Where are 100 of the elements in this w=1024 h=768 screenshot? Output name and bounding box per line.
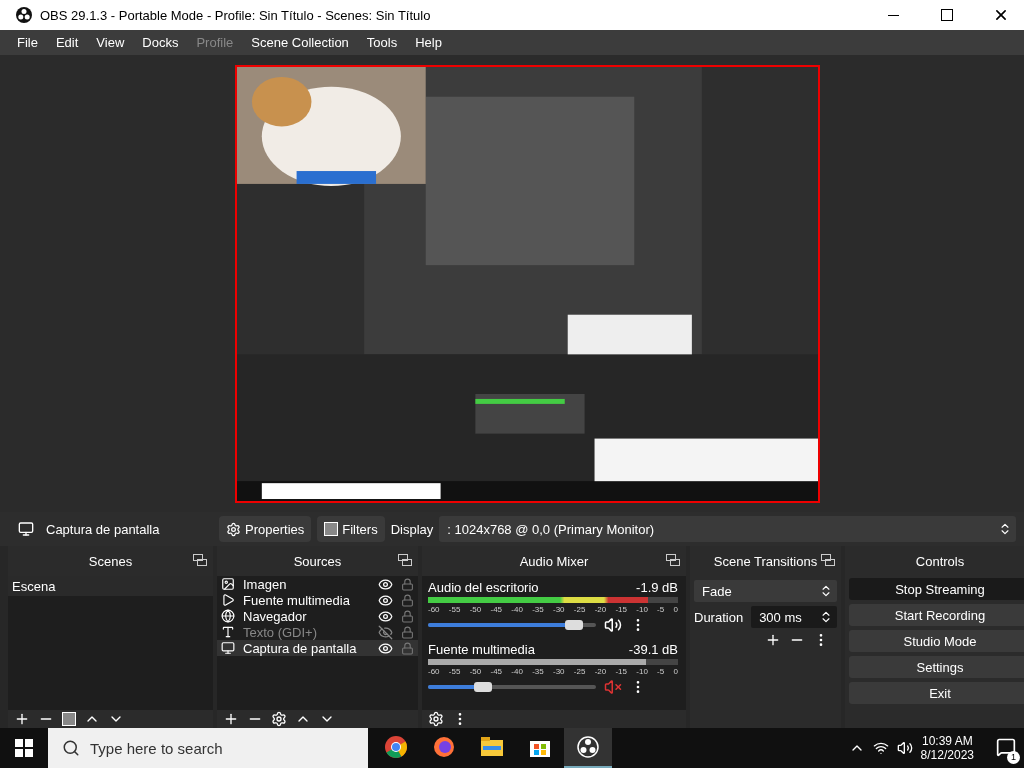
filters-icon	[324, 522, 339, 536]
menu-item[interactable]: Tools	[357, 35, 407, 50]
scale-label: -45	[490, 667, 503, 676]
scale-label: -40	[511, 667, 523, 676]
source-item[interactable]: Texto (GDI+)	[243, 624, 370, 640]
source-type-icon	[221, 609, 235, 623]
dock-title: Sources	[293, 553, 342, 569]
add-icon[interactable]	[223, 711, 239, 727]
source-type-icon	[221, 641, 235, 655]
windows-logo-icon	[15, 739, 33, 757]
menu-item[interactable]: Help	[406, 35, 451, 50]
gear-icon	[226, 521, 241, 537]
scale-label: -50	[469, 667, 482, 676]
scale-label: -35	[532, 667, 544, 676]
scale-label: -15	[615, 605, 627, 614]
visibility-icon[interactable]	[378, 576, 393, 592]
scale-label: -10	[636, 667, 648, 676]
control-button[interactable]: Exit	[849, 682, 1024, 704]
control-button[interactable]: Start Recording	[849, 604, 1024, 626]
scale-label: -55	[448, 667, 461, 676]
speaker-icon[interactable]	[604, 616, 622, 634]
taskbar-search-field[interactable]: Type here to search	[48, 728, 368, 768]
network-icon[interactable]	[872, 740, 889, 756]
db-reading: -39.1 dB	[628, 642, 678, 657]
scale-label: 0	[673, 667, 678, 676]
hidden-icon[interactable]	[378, 624, 393, 640]
filters-button[interactable]: Filters	[317, 516, 385, 542]
scale-label: 0	[673, 605, 678, 614]
volume-slider[interactable]	[428, 685, 596, 689]
notification-count: 1	[1007, 750, 1020, 764]
scale-label: -60	[428, 605, 440, 614]
scale-label: -25	[573, 667, 586, 676]
channel-name: Audio del escritorio	[428, 580, 539, 595]
undock-icon[interactable]	[821, 554, 835, 566]
taskbar-app-button[interactable]	[564, 728, 612, 768]
source-type-icon	[221, 625, 235, 639]
settings-icon[interactable]	[428, 711, 444, 727]
scale-label: -60	[428, 667, 440, 676]
source-item[interactable]: Imagen	[243, 576, 370, 592]
scale-label: -55	[448, 605, 461, 614]
control-button[interactable]: Settings	[849, 656, 1024, 678]
volume-icon[interactable]	[896, 740, 913, 756]
app-logo-icon	[16, 7, 32, 23]
undock-icon[interactable]	[398, 554, 412, 566]
lock-icon[interactable]	[401, 609, 414, 623]
scale-label: -20	[594, 667, 607, 676]
source-item[interactable]: Fuente multimedia	[243, 592, 370, 608]
db-reading: -1.9 dB	[636, 580, 678, 595]
display-dropdown[interactable]: : 1024x768 @ 0,0 (Primary Monitor)	[439, 516, 1016, 542]
scale-label: -15	[615, 667, 627, 676]
duration-field[interactable]: 300 ms	[751, 606, 837, 628]
scale-label: -30	[552, 605, 565, 614]
undock-icon[interactable]	[193, 554, 207, 566]
scale-label: -35	[532, 605, 544, 614]
lock-icon[interactable]	[401, 625, 414, 639]
visibility-icon[interactable]	[378, 592, 393, 608]
maximize-icon	[941, 9, 953, 21]
properties-button[interactable]: Properties	[219, 516, 312, 542]
search-icon	[62, 739, 80, 757]
lock-icon[interactable]	[401, 577, 414, 591]
dock-title: Audio Mixer	[519, 553, 589, 569]
scale-label: -25	[573, 605, 586, 614]
add-icon[interactable]	[14, 711, 30, 727]
scale-label: -40	[511, 605, 523, 614]
scene-item[interactable]: Escena	[8, 576, 213, 596]
filters-icon[interactable]	[62, 712, 76, 726]
dock-title: Scene Transitions	[713, 553, 818, 569]
menu-item[interactable]: Docks	[133, 35, 188, 50]
menu-item[interactable]: Edit	[46, 35, 88, 50]
taskbar-clock[interactable]: 10:39 AM 8/12/2023	[920, 734, 974, 762]
scale-label: -5	[657, 605, 665, 614]
browser-icon	[433, 736, 455, 758]
undock-icon[interactable]	[666, 554, 680, 566]
control-button[interactable]: Stop Streaming	[849, 578, 1024, 600]
channel-name: Fuente multimedia	[428, 642, 535, 657]
menu-item[interactable]: File	[8, 35, 47, 50]
source-name: Captura de pantalla	[46, 521, 160, 537]
app-logo-icon	[577, 736, 599, 758]
muted-speaker-icon[interactable]	[604, 678, 622, 696]
settings-icon[interactable]	[271, 711, 287, 727]
window-title: OBS 29.1.3 - Portable Mode - Profile: Sin Título - Scenes: Sin Título	[40, 7, 432, 23]
folder-icon	[481, 737, 503, 757]
browser-icon	[385, 736, 407, 758]
scale-label: -5	[657, 667, 665, 676]
scale-label: -30	[552, 667, 565, 676]
duration-label: Duration	[694, 609, 744, 625]
lock-icon[interactable]	[401, 593, 414, 607]
scale-label: -10	[636, 605, 648, 614]
add-icon[interactable]	[765, 632, 781, 648]
menu-item[interactable]: Scene Collection	[242, 35, 358, 50]
visibility-icon[interactable]	[378, 640, 393, 656]
control-button[interactable]: Studio Mode	[849, 630, 1024, 652]
source-item[interactable]: Navegador	[243, 608, 370, 624]
menu-item[interactable]: View	[87, 35, 134, 50]
scale-label: -50	[469, 605, 482, 614]
transition-dropdown[interactable]: Fade	[694, 580, 837, 602]
visibility-icon[interactable]	[378, 608, 393, 624]
volume-slider[interactable]	[428, 623, 596, 627]
scale-label: -45	[490, 605, 503, 614]
lock-icon[interactable]	[401, 641, 414, 655]
